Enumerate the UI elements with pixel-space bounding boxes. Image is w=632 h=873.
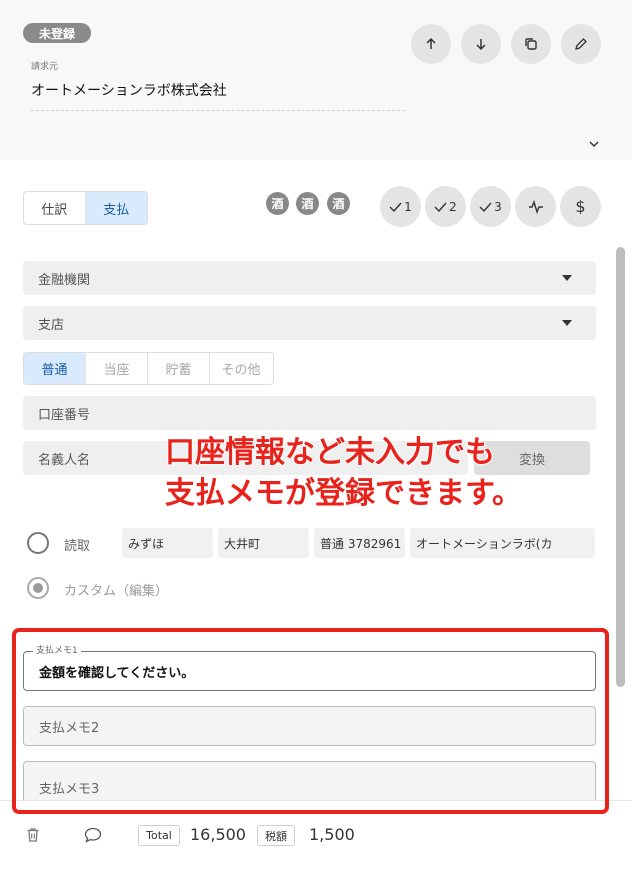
check-1-label: 1 <box>404 199 412 214</box>
tax-label: 税額 <box>257 825 295 846</box>
branch-select[interactable]: 支店 <box>23 306 596 340</box>
scrollbar[interactable] <box>616 247 625 687</box>
tab-payment[interactable]: 支払 <box>85 192 147 224</box>
check-3-button[interactable]: 3 <box>470 186 511 227</box>
annotation-callout: 口座情報など未入力でも 支払メモが登録できます。 <box>164 432 585 514</box>
account-type-other[interactable]: その他 <box>210 353 272 384</box>
check-1-button[interactable]: 1 <box>380 186 421 227</box>
move-up-button[interactable] <box>411 24 451 64</box>
arrow-down-icon <box>476 39 486 51</box>
trash-icon <box>27 828 39 842</box>
account-holder-placeholder: 名義人名 <box>38 452 91 468</box>
bank-select-placeholder: 金融機関 <box>38 272 91 288</box>
comment-icon <box>84 827 102 843</box>
check-2-button[interactable]: 2 <box>425 186 466 227</box>
annotation-highlight-box <box>12 628 609 814</box>
expand-chevron-button[interactable] <box>586 136 602 152</box>
custom-radio-label: カスタム（編集） <box>64 584 169 599</box>
check-icon <box>434 202 447 212</box>
account-number-input[interactable]: 口座番号 <box>23 396 596 430</box>
tab-journal[interactable]: 仕訳 <box>24 192 86 224</box>
bank-select[interactable]: 金融機関 <box>23 261 596 295</box>
account-number-placeholder: 口座番号 <box>38 407 91 423</box>
read-account-value: 普通 3782961 <box>314 528 405 558</box>
sake-badge[interactable]: 酒 <box>327 192 350 215</box>
copy-icon <box>525 38 537 50</box>
branch-select-placeholder: 支店 <box>38 317 65 333</box>
main-tabs: 仕訳 支払 <box>23 191 148 225</box>
check-3-label: 3 <box>494 199 502 214</box>
account-type-tabs: 普通 当座 貯蓄 その他 <box>23 352 274 385</box>
pencil-icon <box>575 38 587 50</box>
sake-badge[interactable]: 酒 <box>266 192 289 215</box>
caret-down-icon <box>562 275 572 281</box>
check-icon <box>389 202 402 212</box>
read-branch-value: 大井町 <box>218 528 309 558</box>
move-down-button[interactable] <box>461 24 501 64</box>
billing-source-label: 請求元 <box>31 62 59 72</box>
copy-button[interactable] <box>511 24 551 64</box>
annotation-line-2: 支払メモが登録できます。 <box>164 475 522 511</box>
delete-button[interactable] <box>24 826 42 844</box>
caret-down-icon <box>562 320 572 326</box>
total-value: 16,500 <box>190 825 246 844</box>
header-panel: 未登録 請求元 オートメーションラボ株式会社 <box>0 0 632 160</box>
account-type-savings[interactable]: 貯蓄 <box>148 353 210 384</box>
sake-badge[interactable]: 酒 <box>296 192 319 215</box>
account-type-current[interactable]: 当座 <box>86 353 148 384</box>
edit-button[interactable] <box>561 24 601 64</box>
check-2-label: 2 <box>449 199 457 214</box>
chevron-down-icon <box>589 141 599 148</box>
dollar-icon: $ <box>575 197 586 216</box>
status-badge: 未登録 <box>23 23 91 43</box>
account-type-ordinary[interactable]: 普通 <box>24 353 86 384</box>
annotation-line-1: 口座情報など未入力でも <box>164 434 495 470</box>
arrow-up-icon <box>426 37 436 49</box>
read-holder-value: オートメーションラボ(カ <box>410 528 595 558</box>
check-icon <box>479 202 492 212</box>
activity-icon <box>528 199 543 214</box>
billing-source-value[interactable]: オートメーションラボ株式会社 <box>31 80 227 100</box>
billing-underline <box>31 110 405 111</box>
read-bank-value: みずほ <box>122 528 213 558</box>
tax-value: 1,500 <box>309 825 355 844</box>
comment-button[interactable] <box>84 826 102 844</box>
activity-button[interactable] <box>515 186 556 227</box>
total-label: Total <box>138 825 180 846</box>
read-radio[interactable] <box>27 532 49 554</box>
custom-radio[interactable] <box>27 577 49 599</box>
read-radio-label: 読取 <box>64 539 91 554</box>
payment-amount-button[interactable]: $ <box>560 186 601 227</box>
